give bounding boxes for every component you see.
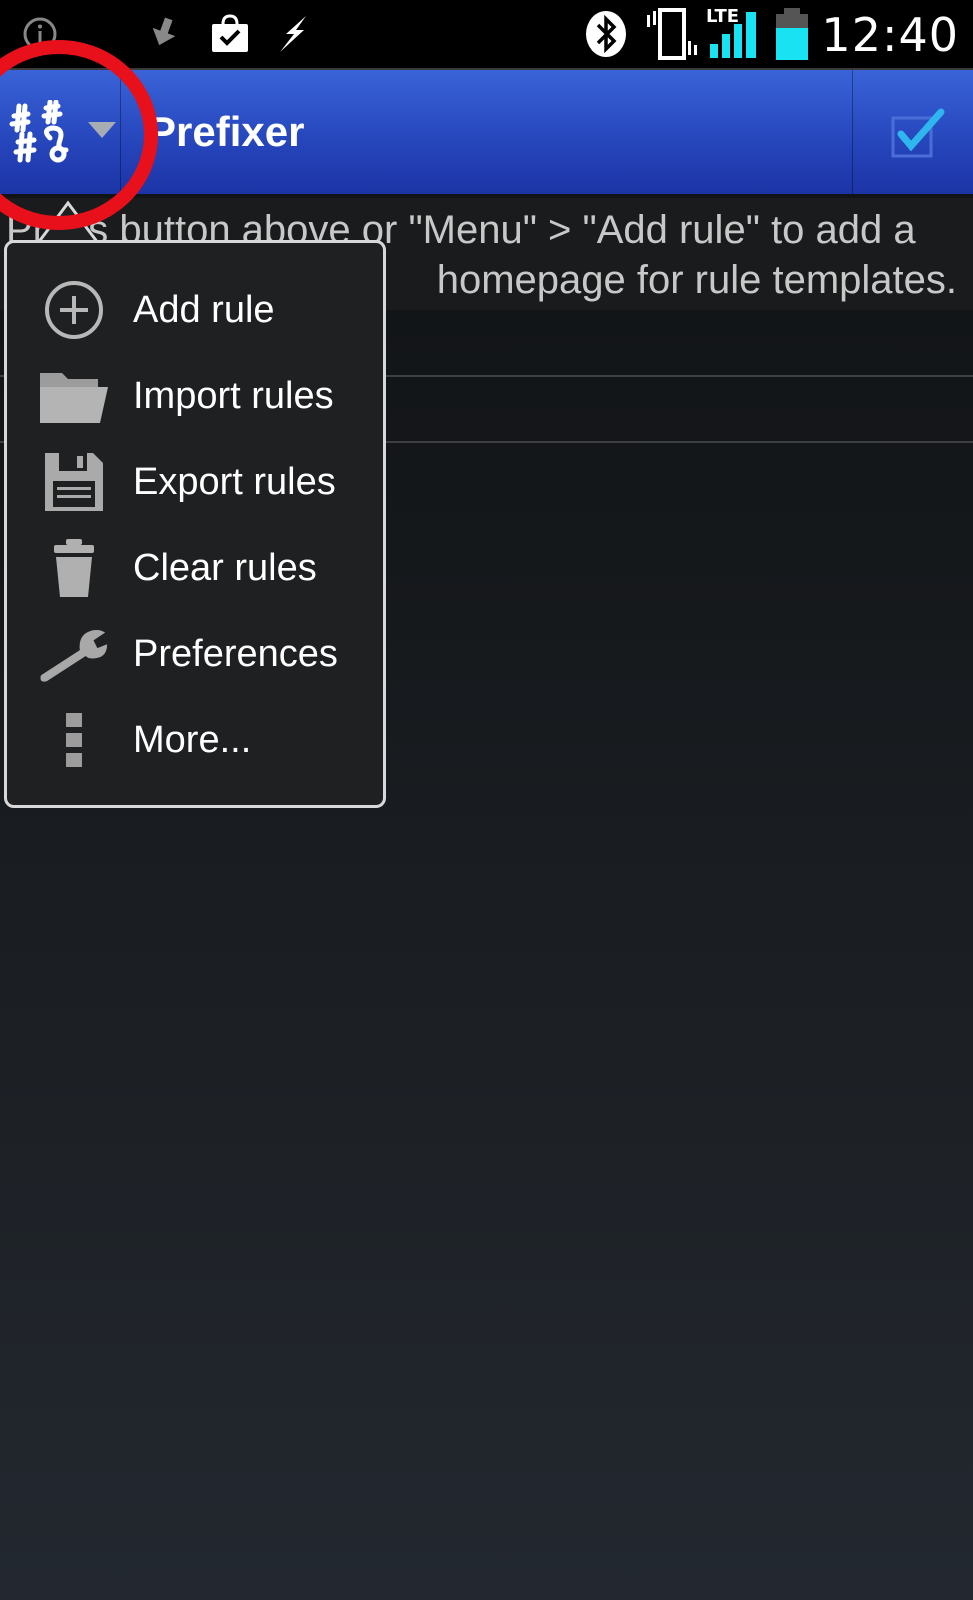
- menu-item-label: Import rules: [133, 375, 334, 417]
- dropdown-menu: Add rule Import rules Export rules Clear…: [4, 240, 386, 808]
- menu-item-export-rules[interactable]: Export rules: [7, 439, 383, 525]
- trash-icon: [37, 533, 111, 603]
- folder-icon: [37, 361, 111, 431]
- menu-item-label: Preferences: [133, 633, 338, 675]
- confirm-button[interactable]: [852, 70, 973, 194]
- app-title: Prefixer: [148, 108, 305, 155]
- add-circle-icon: [37, 275, 111, 345]
- flash-icon: [272, 0, 316, 68]
- more-vertical-icon: [37, 705, 111, 775]
- status-bar: LTE 12:40: [0, 0, 973, 70]
- shopping-bag-icon: [208, 0, 252, 68]
- menu-item-label: Clear rules: [133, 547, 317, 589]
- lte-signal-icon: LTE: [704, 0, 766, 74]
- status-clock: 12:40: [821, 8, 959, 62]
- menu-item-preferences[interactable]: Preferences: [7, 611, 383, 697]
- battery-icon: [772, 0, 812, 68]
- hint-line-2: homepage for rule templates.: [436, 258, 957, 302]
- bluetooth-icon: [584, 0, 628, 68]
- menu-item-import-rules[interactable]: Import rules: [7, 353, 383, 439]
- menu-item-label: Export rules: [133, 461, 336, 503]
- wrench-icon: [37, 619, 111, 689]
- checkbox-icon: [891, 108, 947, 163]
- menu-item-clear-rules[interactable]: Clear rules: [7, 525, 383, 611]
- download-icon: [146, 0, 186, 68]
- vibrate-icon: [644, 0, 700, 68]
- menu-item-more[interactable]: More...: [7, 697, 383, 783]
- menu-item-add-rule[interactable]: Add rule: [7, 267, 383, 353]
- menu-item-label: Add rule: [133, 289, 275, 331]
- menu-item-label: More...: [133, 719, 252, 761]
- save-icon: [37, 447, 111, 517]
